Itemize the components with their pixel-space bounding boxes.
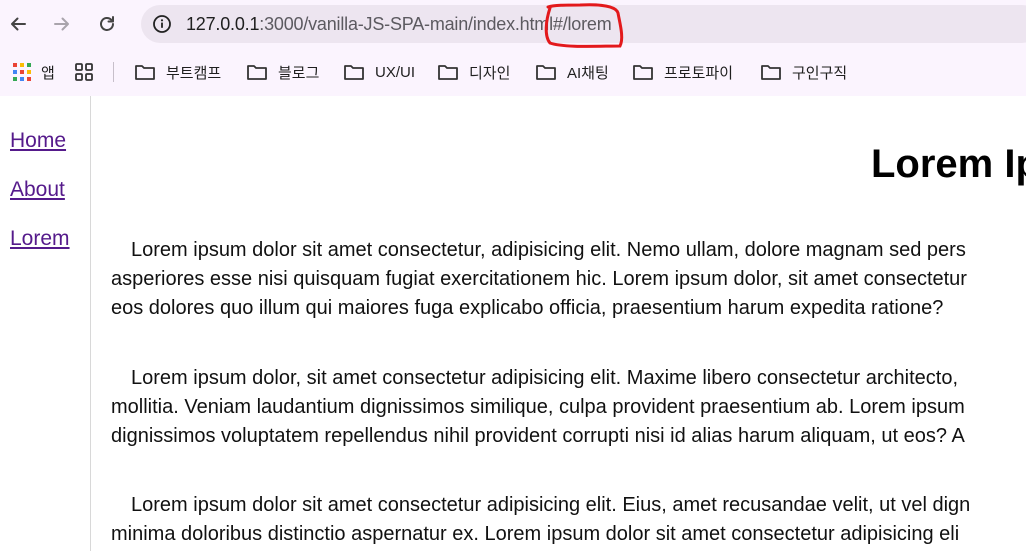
bookmark-label: 디자인 <box>469 64 511 82</box>
bookmark-folder[interactable]: UX/UI <box>343 60 415 84</box>
paragraph: Lorem ipsum dolor sit amet consectetur a… <box>111 491 1026 549</box>
bookmark-folder[interactable]: 디자인 <box>437 60 510 84</box>
paragraph-line: dignissimos voluptatem repellendus nihil… <box>111 425 965 447</box>
paragraph-line: minima doloribus distinctio aspernatur e… <box>111 523 960 545</box>
bookmark-label: 프로토파이 <box>664 64 734 82</box>
bookmark-folder[interactable]: 프로토파이 <box>632 60 733 84</box>
browser-toolbar: 127.0.0.1:3000/vanilla-JS-SPA-main/index… <box>0 0 1026 50</box>
reload-icon <box>100 16 114 31</box>
bookmark-label: AI채팅 <box>567 64 609 82</box>
arrow-left-icon <box>11 17 26 31</box>
paragraph-line: Lorem ipsum dolor sit amet consectetur a… <box>131 494 971 516</box>
info-icon <box>153 15 171 33</box>
url-path: :3000/vanilla-JS-SPA-main/index.html#/lo… <box>259 14 612 34</box>
reload-button[interactable] <box>93 10 121 38</box>
back-button[interactable] <box>4 10 32 38</box>
sidebar-nav: Home About Lorem <box>0 96 91 551</box>
address-bar[interactable]: 127.0.0.1:3000/vanilla-JS-SPA-main/index… <box>141 5 1026 43</box>
url-host: 127.0.0.1 <box>186 14 260 34</box>
nav-link-home[interactable]: Home <box>10 129 66 153</box>
page-title: Lorem Ipsum <box>871 142 1026 186</box>
arrow-right-icon <box>54 17 69 31</box>
bookmark-folders: 부트캠프 블로그 UX/UI 디자인 AI채팅 프로토파이 구인구직 <box>0 50 1026 96</box>
folder-icon <box>536 65 556 80</box>
url-text[interactable]: 127.0.0.1:3000/vanilla-JS-SPA-main/index… <box>186 14 612 35</box>
paragraph: Lorem ipsum dolor, sit amet consectetur … <box>111 364 1026 451</box>
paragraph-line: eos dolores quo illum qui maiores fuga e… <box>111 297 944 319</box>
paragraph: Lorem ipsum dolor sit amet consectetur, … <box>111 236 1026 323</box>
paragraph-line: mollitia. Veniam laudantium dignissimos … <box>111 396 965 418</box>
folder-icon <box>438 65 458 80</box>
bookmark-label: 부트캠프 <box>166 64 222 82</box>
folder-icon <box>761 65 781 80</box>
bookmark-label: 구인구직 <box>792 64 848 82</box>
folder-icon <box>135 65 155 80</box>
bookmark-folder[interactable]: 블로그 <box>246 60 319 84</box>
paragraph-line: Lorem ipsum dolor, sit amet consectetur … <box>131 367 959 389</box>
nav-link-lorem[interactable]: Lorem <box>10 227 70 251</box>
forward-button[interactable] <box>48 10 76 38</box>
page-viewport: Home About Lorem Lorem Ipsum Lorem ipsum… <box>0 96 1026 551</box>
bookmark-folder[interactable]: AI채팅 <box>535 60 609 84</box>
paragraph-line: Lorem ipsum dolor sit amet consectetur, … <box>131 239 966 261</box>
folder-icon <box>344 65 364 80</box>
folder-icon <box>633 65 653 80</box>
bookmark-label: UX/UI <box>375 63 416 81</box>
bookmark-label: 블로그 <box>278 64 320 82</box>
bookmark-folder[interactable]: 부트캠프 <box>134 60 221 84</box>
paragraph-line: asperiores esse nisi quisquam fugiat exe… <box>111 268 967 290</box>
nav-link-about[interactable]: About <box>10 178 65 202</box>
site-info-button[interactable] <box>151 13 173 35</box>
folder-icon <box>247 65 267 80</box>
bookmark-folder[interactable]: 구인구직 <box>760 60 847 84</box>
